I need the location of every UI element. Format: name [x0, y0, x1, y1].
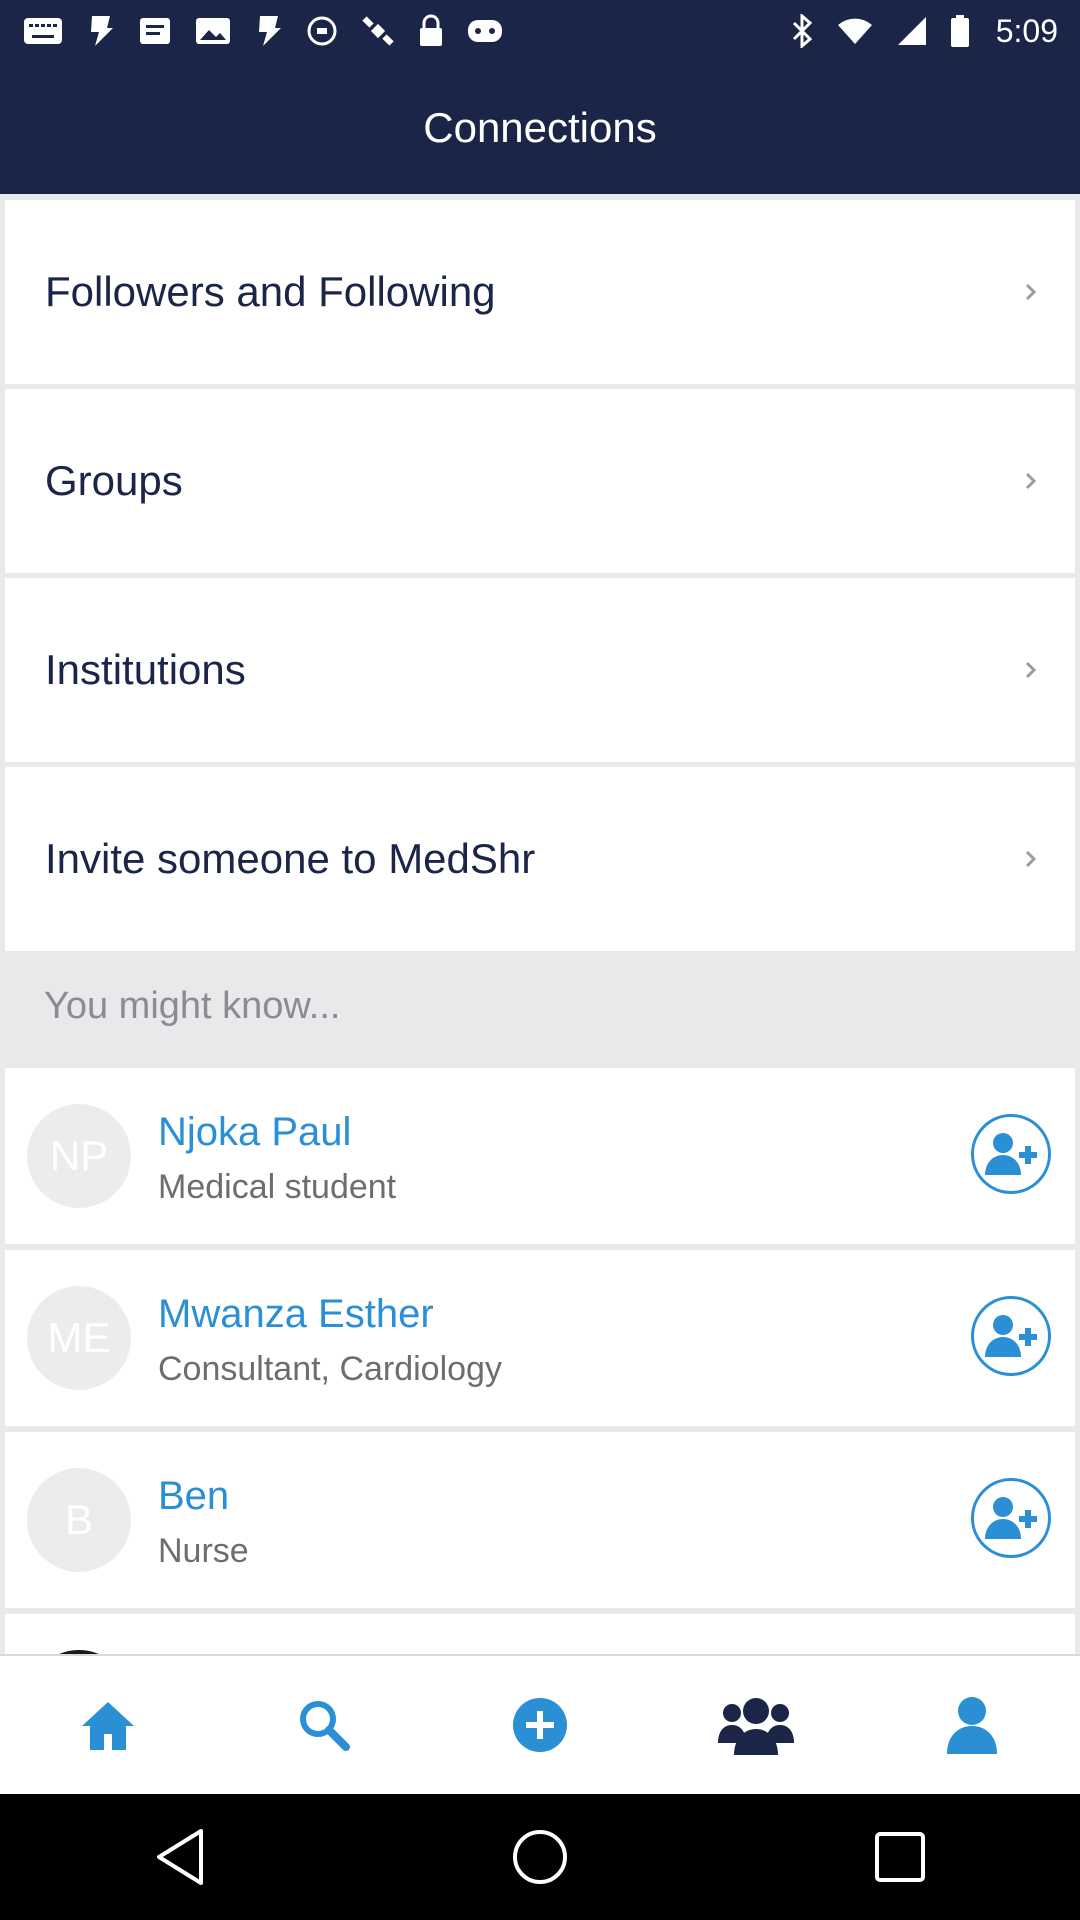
add-user-icon: [985, 1133, 1037, 1175]
suggestions-header: You might know...: [0, 950, 1080, 1062]
circle-icon: [306, 15, 338, 47]
status-bar: 5:09: [0, 0, 1080, 62]
back-icon: [157, 1829, 203, 1885]
person-name[interactable]: Mwanza Esther: [158, 1292, 434, 1337]
connections-icon: [718, 1698, 794, 1755]
bottom-navigation: [0, 1654, 1080, 1794]
add-user-icon: [985, 1315, 1037, 1357]
system-navigation-bar: [0, 1794, 1080, 1920]
suggestions-title: You might know...: [44, 984, 341, 1027]
avatar[interactable]: B: [27, 1468, 131, 1572]
list-item-person[interactable]: ME Mwanza Esther Consultant, Cardiology: [5, 1250, 1075, 1426]
lock-icon: [418, 14, 444, 48]
page-title: Connections: [423, 104, 657, 151]
gallery-icon: [194, 16, 232, 46]
app-icon: [254, 14, 284, 48]
satellite-icon: [360, 13, 396, 49]
app-icon: [86, 14, 116, 48]
bluetooth-icon: [790, 14, 814, 48]
gamepad-icon: [466, 16, 504, 46]
person-name[interactable]: Ben: [158, 1474, 229, 1519]
connections-content[interactable]: Followers and Following Groups Instituti…: [0, 194, 1080, 1654]
home-icon: [82, 1702, 134, 1750]
menu-item-groups[interactable]: Groups: [5, 389, 1075, 573]
menu-item-label: Groups: [45, 457, 183, 504]
add-connection-button[interactable]: [971, 1114, 1051, 1194]
avatar[interactable]: NP: [27, 1104, 131, 1208]
menu-item-label: Institutions: [45, 646, 246, 693]
app-header: Connections: [0, 62, 1080, 194]
battery-icon: [950, 14, 970, 48]
menu-item-label: Invite someone to MedShr: [45, 835, 536, 882]
list-item-person[interactable]: [5, 1614, 1075, 1654]
menu-item-institutions[interactable]: Institutions: [5, 578, 1075, 762]
messages-icon: [22, 16, 64, 46]
home-circle-icon: [513, 1830, 567, 1884]
menu-item-followers-following[interactable]: Followers and Following: [5, 200, 1075, 384]
chevron-right-icon: [1021, 846, 1041, 872]
nav-search[interactable]: [264, 1665, 384, 1785]
notification-icon: [138, 16, 172, 46]
menu-item-label: Followers and Following: [45, 268, 496, 315]
nav-add[interactable]: [480, 1665, 600, 1785]
status-icons-left: [22, 13, 504, 49]
chevron-right-icon: [1021, 279, 1041, 305]
menu-item-invite[interactable]: Invite someone to MedShr: [5, 767, 1075, 951]
recents-button[interactable]: [840, 1802, 960, 1912]
add-icon: [513, 1698, 567, 1752]
wifi-icon: [836, 16, 874, 46]
add-connection-button[interactable]: [971, 1296, 1051, 1376]
nav-profile[interactable]: [912, 1665, 1032, 1785]
back-button[interactable]: [120, 1802, 240, 1912]
home-button[interactable]: [480, 1802, 600, 1912]
search-icon: [300, 1701, 350, 1751]
list-item-person[interactable]: B Ben Nurse: [5, 1432, 1075, 1608]
person-role: Medical student: [158, 1168, 397, 1206]
profile-icon: [947, 1697, 997, 1754]
person-role: Nurse: [158, 1532, 249, 1570]
avatar[interactable]: ME: [27, 1286, 131, 1390]
signal-icon: [896, 15, 928, 47]
nav-connections[interactable]: [696, 1665, 816, 1785]
status-time: 5:09: [995, 12, 1058, 49]
add-connection-button[interactable]: [971, 1478, 1051, 1558]
nav-home[interactable]: [48, 1665, 168, 1785]
person-name[interactable]: Njoka Paul: [158, 1110, 351, 1155]
chevron-right-icon: [1021, 657, 1041, 683]
recents-icon: [875, 1832, 925, 1882]
chevron-right-icon: [1021, 468, 1041, 494]
status-icons-right: 5:09: [790, 13, 1058, 50]
person-role: Consultant, Cardiology: [158, 1350, 502, 1388]
list-item-person[interactable]: NP Njoka Paul Medical student: [5, 1068, 1075, 1244]
add-user-icon: [985, 1497, 1037, 1539]
